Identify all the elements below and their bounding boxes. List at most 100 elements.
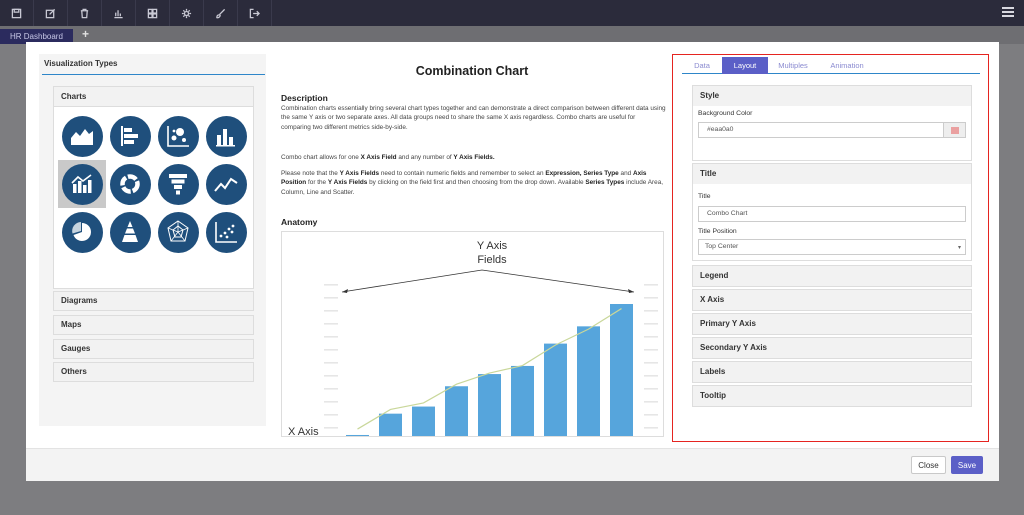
style-section: Style Background Color #eaa0a0 <box>692 85 972 161</box>
anatomy-grid-tick <box>644 427 658 429</box>
pyramid-chart-icon[interactable] <box>106 208 154 256</box>
note-paragraph: Please note that the Y Axis Fields need … <box>281 170 664 196</box>
tab-multiples[interactable]: Multiples <box>768 57 818 74</box>
line-chart-icon[interactable] <box>202 160 250 208</box>
modal-footer <box>26 448 999 481</box>
anatomy-grid-tick <box>324 362 338 364</box>
background-color-input[interactable]: #eaa0a0 <box>698 122 966 138</box>
category-maps[interactable]: Maps <box>53 315 254 335</box>
anatomy-grid-tick <box>644 323 658 325</box>
trash-icon[interactable] <box>68 0 102 26</box>
anatomy-x-label: X Axis <box>288 426 319 437</box>
color-picker-button[interactable] <box>943 123 965 137</box>
save-icon[interactable] <box>0 0 34 26</box>
hamburger-icon[interactable] <box>1002 7 1014 19</box>
logout-icon[interactable] <box>238 0 272 26</box>
anatomy-grid-tick <box>644 336 658 338</box>
title-header[interactable]: Title <box>693 164 971 184</box>
category-diagrams[interactable]: Diagrams <box>53 291 254 311</box>
anatomy-grid-tick <box>324 297 338 299</box>
tooltip-header[interactable]: Tooltip <box>693 386 971 406</box>
secondary-y-axis-header[interactable]: Secondary Y Axis <box>693 338 971 358</box>
fields-paragraph: Combo chart allows for one X Axis Field … <box>281 154 495 161</box>
anatomy-bar <box>610 304 633 436</box>
area-chart-icon[interactable] <box>58 112 106 160</box>
anatomy-grid-tick <box>324 401 338 403</box>
scatter-chart-icon[interactable] <box>202 208 250 256</box>
anatomy-grid-tick <box>644 388 658 390</box>
secondary-y-axis-section[interactable]: Secondary Y Axis <box>692 337 972 359</box>
primary-y-axis-section[interactable]: Primary Y Axis <box>692 313 972 335</box>
anatomy-grid-tick <box>644 401 658 403</box>
edit-icon[interactable] <box>34 0 68 26</box>
tab-layout[interactable]: Layout <box>722 57 768 74</box>
anatomy-arrow-heads <box>342 289 634 293</box>
gear-icon[interactable] <box>170 0 204 26</box>
anatomy-bar <box>379 413 402 436</box>
title-section: Title Title Combo Chart Title Position T… <box>692 163 972 261</box>
anatomy-grid-tick <box>644 362 658 364</box>
anatomy-grid-tick <box>644 310 658 312</box>
background-color-label: Background Color <box>698 110 753 117</box>
settings-panel: Data Layout Multiples Animation Style Ba… <box>672 54 989 442</box>
x-axis-header[interactable]: X Axis <box>693 290 971 310</box>
bubble-chart-icon[interactable] <box>154 112 202 160</box>
category-gauges[interactable]: Gauges <box>53 339 254 359</box>
tooltip-section[interactable]: Tooltip <box>692 385 972 407</box>
close-button[interactable]: Close <box>911 456 946 474</box>
anatomy-grid-tick <box>644 375 658 377</box>
anatomy-grid-tick <box>324 375 338 377</box>
primary-y-axis-header[interactable]: Primary Y Axis <box>693 314 971 334</box>
save-button[interactable]: Save <box>951 456 983 474</box>
anatomy-grid-tick <box>644 414 658 416</box>
style-header[interactable]: Style <box>693 86 971 106</box>
anatomy-bar <box>478 374 501 436</box>
anatomy-grid-tick <box>324 414 338 416</box>
anatomy-heading: Anatomy <box>281 217 318 227</box>
tab-data[interactable]: Data <box>682 57 722 74</box>
title-label: Title <box>698 193 711 200</box>
anatomy-bar <box>346 434 369 436</box>
description-paragraph: Combination charts essentially bring sev… <box>281 105 666 131</box>
top-toolbar <box>0 0 1024 26</box>
tab-animation[interactable]: Animation <box>818 57 876 74</box>
anatomy-y-label-2: Fields <box>477 254 507 266</box>
visualization-modal: Visualization Types Charts Diagrams Maps… <box>26 42 999 481</box>
radar-chart-icon[interactable] <box>154 208 202 256</box>
labels-section[interactable]: Labels <box>692 361 972 383</box>
legend-header[interactable]: Legend <box>693 266 971 286</box>
grid-icon[interactable] <box>136 0 170 26</box>
visualization-types-title: Visualization Types <box>44 59 118 68</box>
anatomy-grid-tick <box>644 349 658 351</box>
title-position-select[interactable]: Top Center ▾ <box>698 239 966 255</box>
charts-category-header[interactable]: Charts <box>54 87 253 107</box>
category-others[interactable]: Others <box>53 362 254 382</box>
anatomy-bar <box>445 386 468 436</box>
x-axis-section[interactable]: X Axis <box>692 289 972 311</box>
color-swatch <box>950 126 959 134</box>
title-input[interactable]: Combo Chart <box>698 206 966 222</box>
anatomy-bar <box>511 365 534 436</box>
chevron-down-icon: ▾ <box>957 245 961 251</box>
pie-chart-icon[interactable] <box>58 208 106 256</box>
donut-chart-icon[interactable] <box>106 160 154 208</box>
anatomy-grid-tick <box>324 323 338 325</box>
legend-section[interactable]: Legend <box>692 265 972 287</box>
bar-chart-icon[interactable] <box>102 0 136 26</box>
labels-header[interactable]: Labels <box>693 362 971 382</box>
column-chart-icon[interactable] <box>202 112 250 160</box>
charts-category-panel: Charts <box>53 86 254 289</box>
brush-icon[interactable] <box>204 0 238 26</box>
anatomy-grid-tick <box>324 427 338 429</box>
horizontal-bar-icon[interactable] <box>106 112 154 160</box>
anatomy-grid-tick <box>324 388 338 390</box>
funnel-chart-icon[interactable] <box>154 160 202 208</box>
anatomy-grid-tick <box>324 336 338 338</box>
description-heading: Description <box>281 93 328 103</box>
anatomy-bar <box>577 326 600 436</box>
anatomy-bar <box>412 406 435 436</box>
anatomy-bar <box>544 343 567 436</box>
add-tab-icon[interactable]: + <box>82 27 89 41</box>
anatomy-illustration: Y Axis Fields X Axis <box>281 231 664 437</box>
combination-chart-icon[interactable] <box>58 160 106 208</box>
